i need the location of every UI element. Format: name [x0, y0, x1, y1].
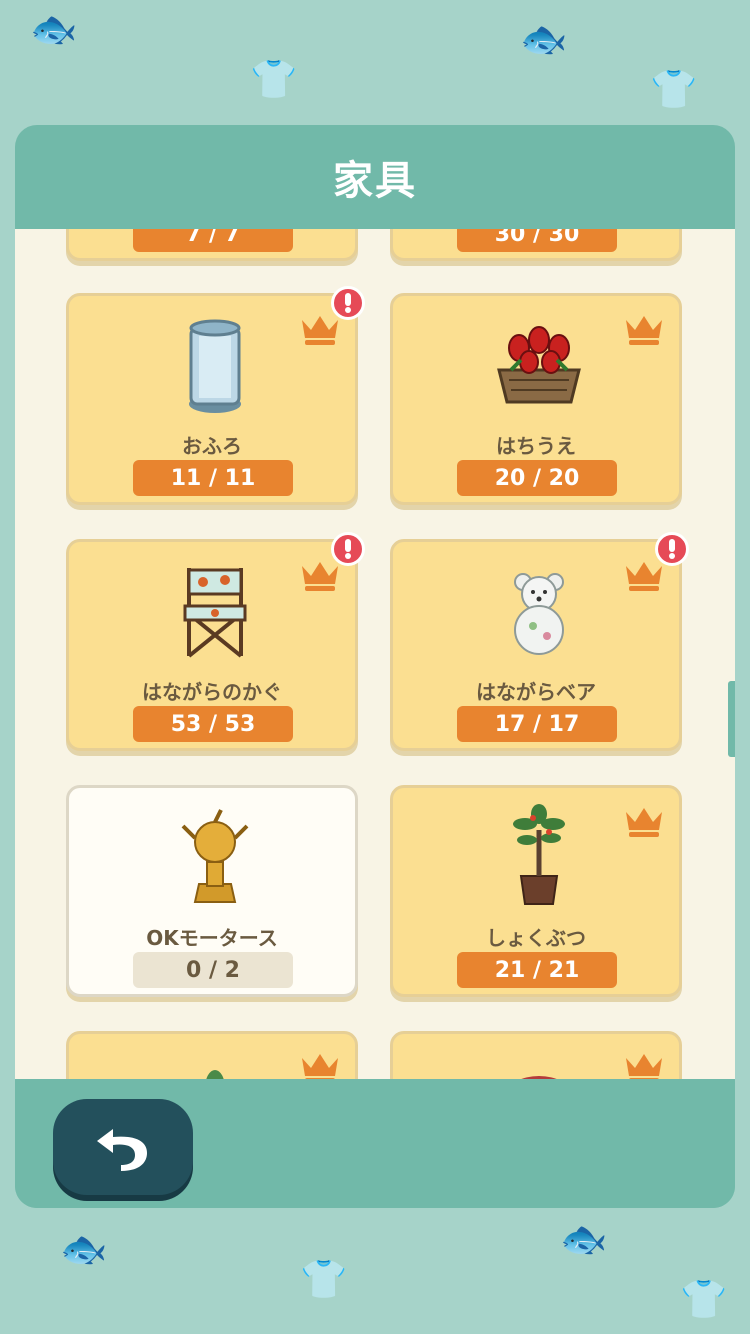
- card-flowerpot[interactable]: はちうえ 20 / 20: [390, 293, 682, 505]
- crown-icon: [626, 808, 662, 837]
- card-count: 0 / 2: [133, 952, 293, 988]
- card-name: OKモータース: [146, 926, 278, 950]
- crown-icon: [302, 1054, 338, 1079]
- card-count: 21 / 21: [457, 952, 617, 988]
- card-name: しょくぶつ: [486, 926, 586, 950]
- card-floral-furniture[interactable]: はながらのかぐ 53 / 53: [66, 532, 365, 751]
- furniture-panel: 家具 7 / 7 30 / 30 おふろ 11 / 11 はちうえ 20 / 2…: [15, 125, 735, 1208]
- bear-icon: [514, 573, 564, 655]
- back-button[interactable]: [53, 1099, 193, 1195]
- crown-icon: [626, 562, 662, 591]
- chair-icon: [183, 568, 247, 658]
- card-floral-bear[interactable]: はながらベア 17 / 17: [390, 532, 689, 751]
- card-partial-bottom-right[interactable]: [390, 1031, 682, 1079]
- card-bathtub[interactable]: おふろ 11 / 11: [66, 286, 365, 505]
- card-count: 7 / 7: [133, 229, 293, 252]
- alert-badge: [331, 532, 365, 566]
- card-plants[interactable]: しょくぶつ 21 / 21: [390, 785, 682, 997]
- card-count: 11 / 11: [133, 460, 293, 496]
- footer: [15, 1079, 735, 1208]
- trophy-icon: [181, 809, 249, 903]
- card-count: 20 / 20: [457, 460, 617, 496]
- card-count: 17 / 17: [457, 706, 617, 742]
- alert-badge: [331, 286, 365, 320]
- card-partial-left[interactable]: 7 / 7: [66, 229, 358, 261]
- crown-icon: [626, 316, 662, 345]
- scrollbar[interactable]: [728, 681, 735, 757]
- stool-icon: [521, 1076, 557, 1079]
- back-arrow-icon: [97, 1129, 147, 1171]
- card-partial-right[interactable]: 30 / 30: [390, 229, 682, 261]
- crown-icon: [302, 316, 338, 345]
- flowerpot-icon: [497, 326, 581, 404]
- card-list[interactable]: 7 / 7 30 / 30 おふろ 11 / 11 はちうえ 20 / 20 は…: [15, 229, 735, 1079]
- card-count: 30 / 30: [457, 229, 617, 252]
- bathtub-icon: [189, 319, 241, 413]
- card-count: 53 / 53: [133, 706, 293, 742]
- plant-icon: [513, 804, 565, 905]
- alert-badge: [655, 532, 689, 566]
- card-name: おふろ: [182, 434, 242, 458]
- card-name: はながらベア: [476, 680, 596, 704]
- card-ok-motors[interactable]: OKモータース 0 / 2: [66, 785, 358, 997]
- panel-title: 家具: [333, 158, 417, 204]
- crown-icon: [626, 1054, 662, 1079]
- crown-icon: [302, 562, 338, 591]
- cactus-icon: [206, 1070, 224, 1079]
- card-name: はちうえ: [496, 434, 576, 458]
- card-name: はながらのかぐ: [142, 680, 282, 704]
- card-partial-bottom-left[interactable]: [66, 1031, 358, 1079]
